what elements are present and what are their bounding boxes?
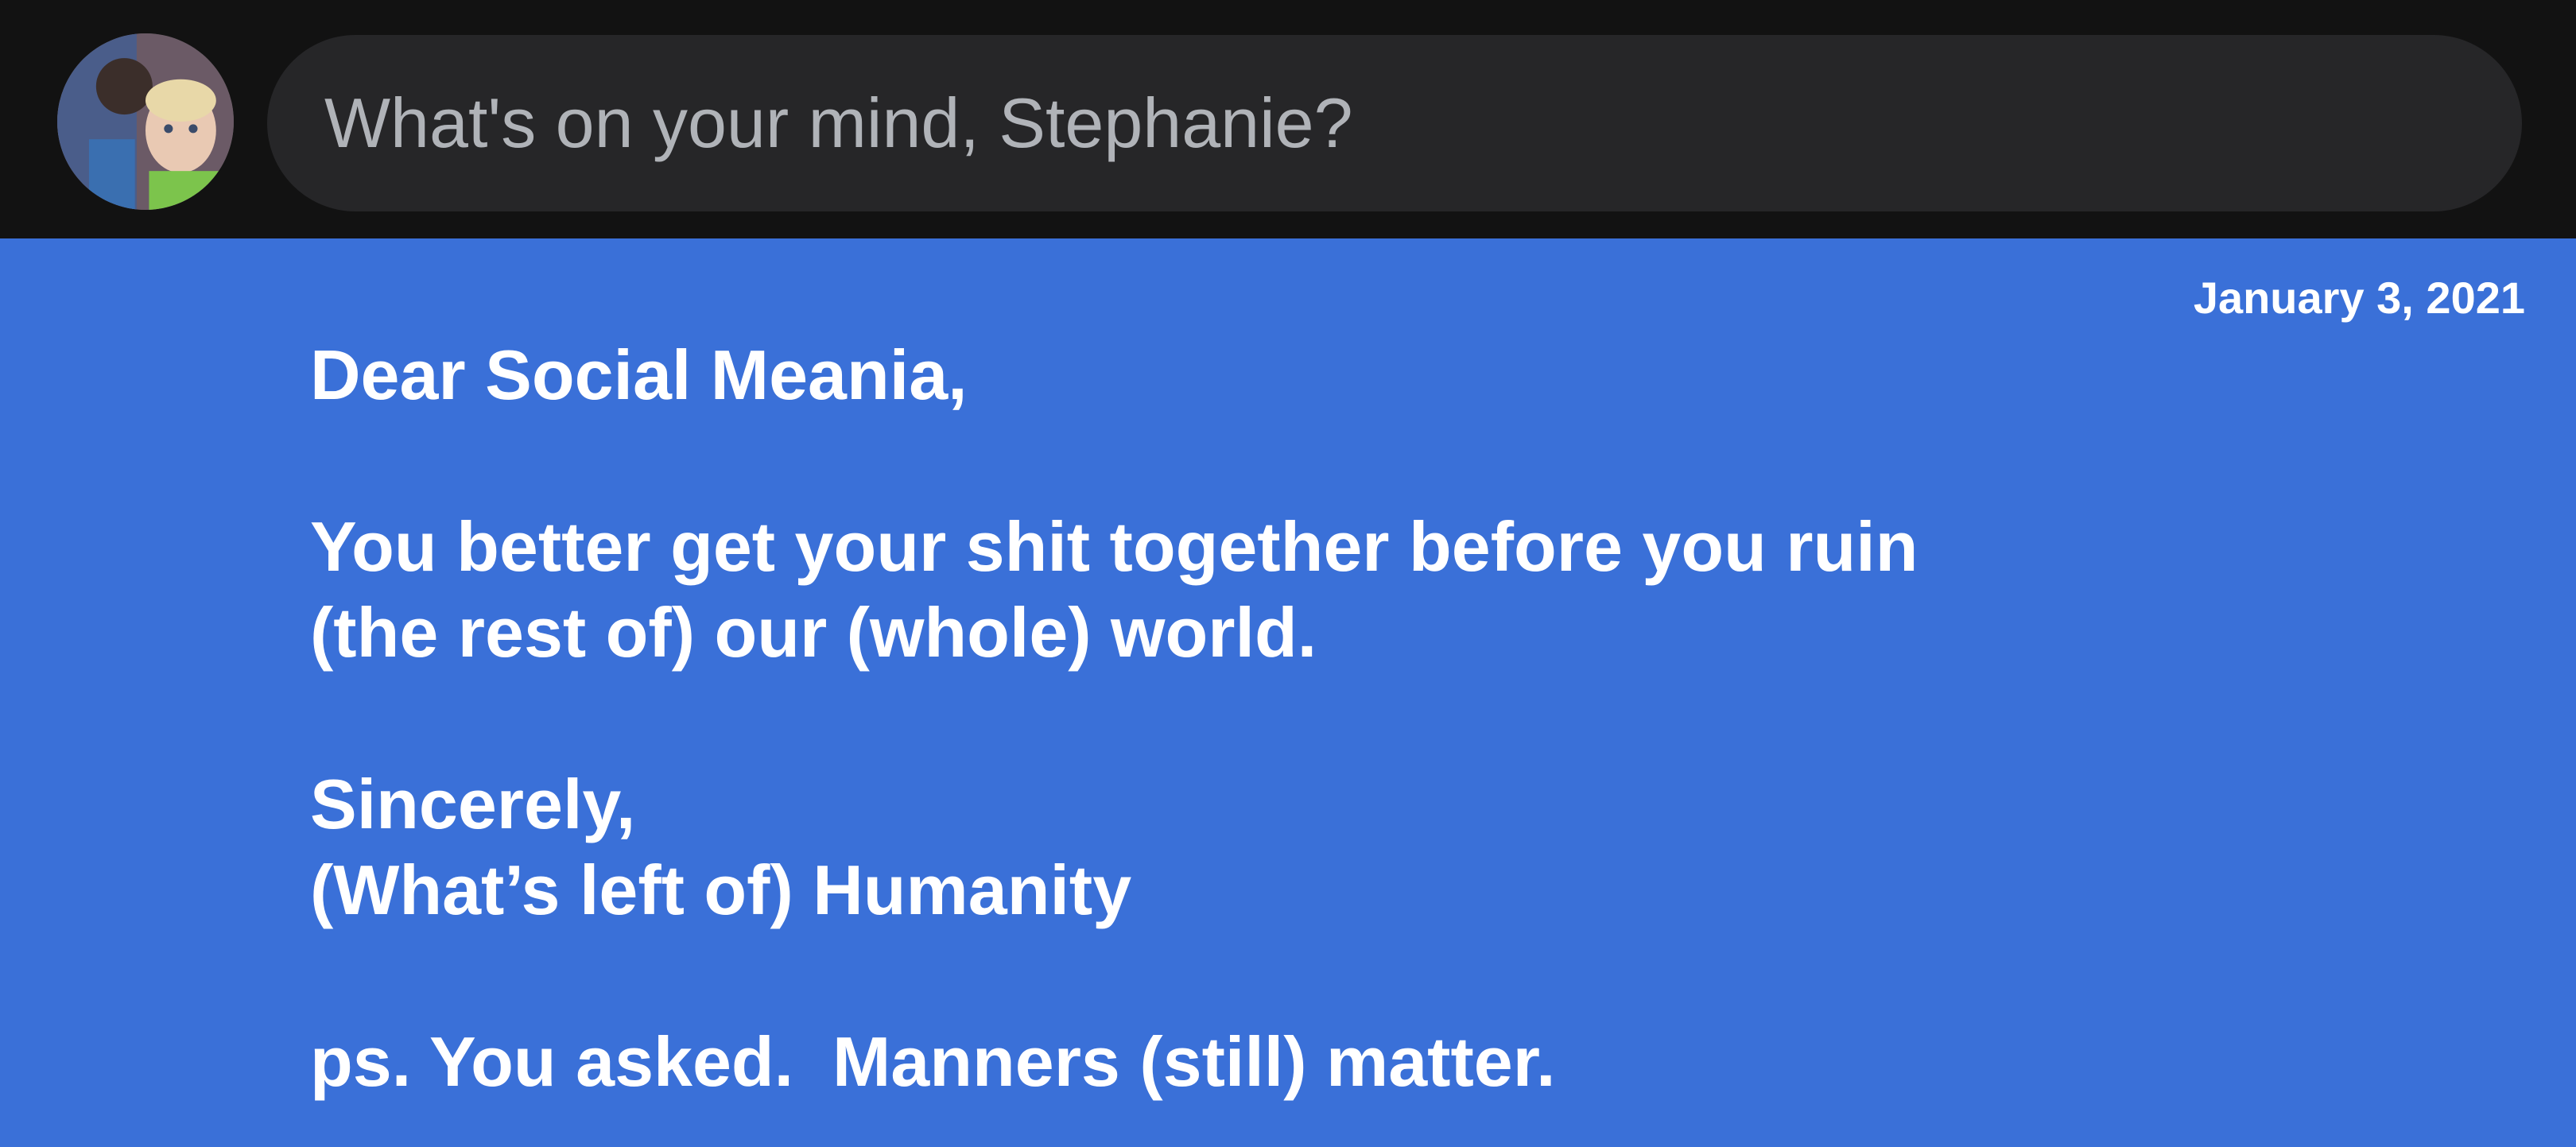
avatar[interactable]: [57, 33, 234, 210]
signature-line: (What’s left of) Humanity: [310, 851, 1132, 929]
closing-line: Sincerely,: [310, 765, 636, 843]
body-line: (the rest of) our (whole) world.: [310, 593, 1317, 672]
greeting-line: Dear Social Meania,: [310, 335, 968, 414]
post-card: January 3, 2021 Dear Social Meania, You …: [0, 238, 2576, 1147]
post-text: Dear Social Meania, You better get your …: [310, 332, 2298, 1105]
post-date: January 3, 2021: [2193, 273, 2525, 323]
status-input[interactable]: [267, 35, 2522, 211]
body-line: You better get your shit together before…: [310, 507, 1918, 586]
postscript-line: ps. You asked. Manners (still) matter.: [310, 1022, 1556, 1101]
user-avatar-photo-icon: [57, 33, 234, 210]
post-composer-bar: [0, 0, 2576, 238]
